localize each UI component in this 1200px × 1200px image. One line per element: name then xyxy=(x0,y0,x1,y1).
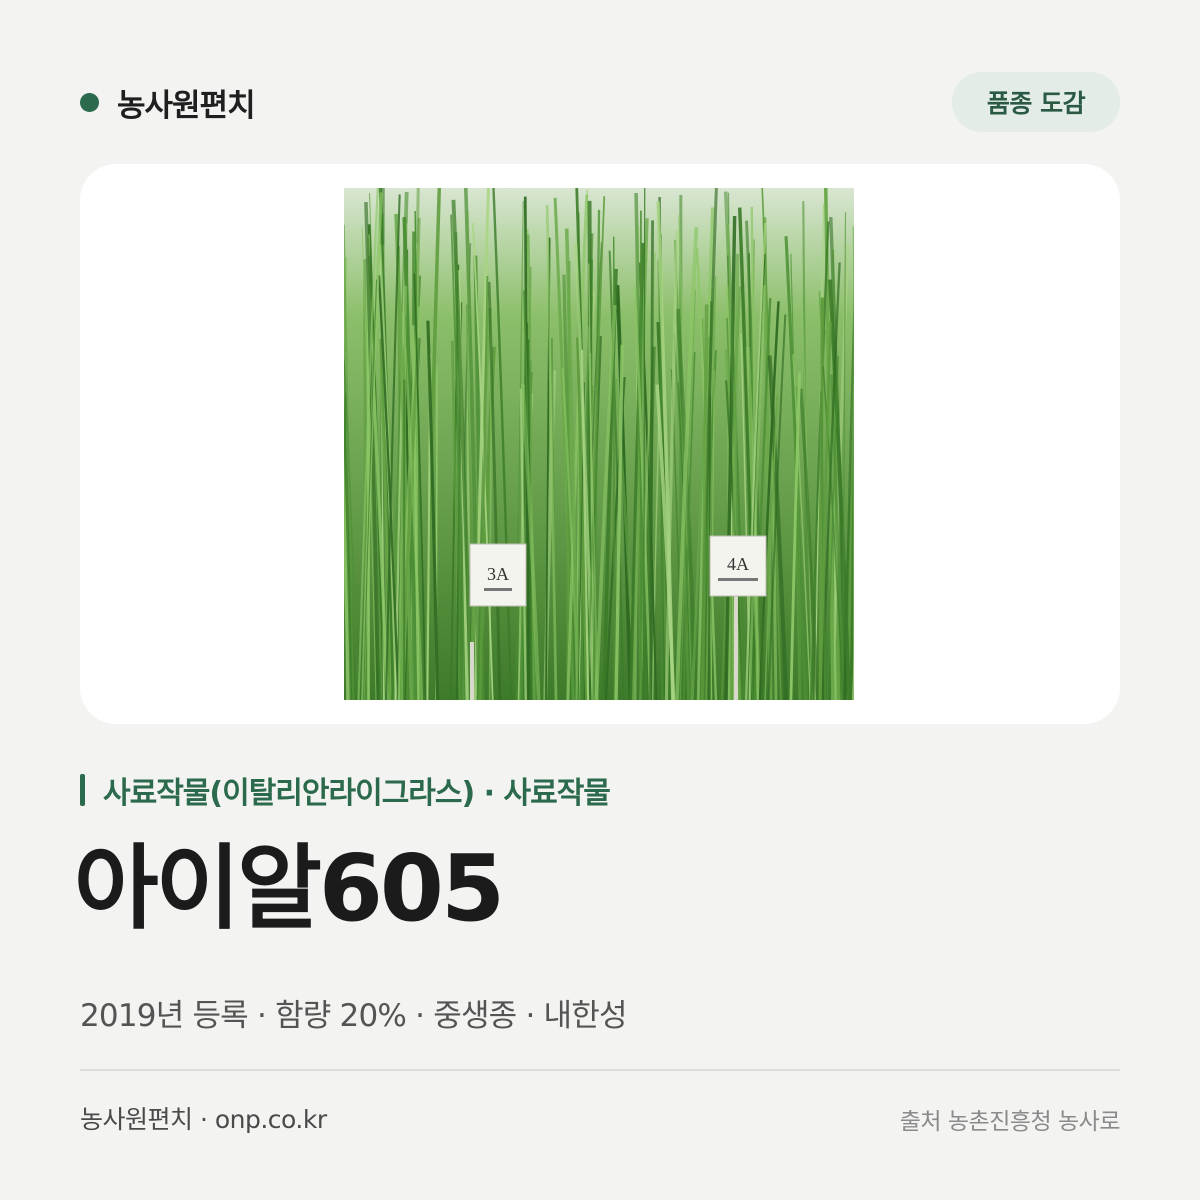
divider xyxy=(80,1069,1120,1071)
category-tag-pill[interactable]: 품종 도감 xyxy=(952,72,1120,132)
category-accent-bar xyxy=(80,774,85,806)
sign-right-label: 4A xyxy=(727,554,749,574)
footer-site[interactable]: 농사원편치 · onp.co.kr xyxy=(80,1100,327,1136)
grass-field-photo: 3A 4A xyxy=(344,188,854,700)
brand[interactable]: 농사원편치 xyxy=(80,80,256,124)
grass-blade xyxy=(649,220,655,700)
category-text: 사료작물(이탈리안라이그라스) · 사료작물 xyxy=(103,776,611,811)
variety-meta: 2019년 등록 · 함량 20% · 중생종 · 내한성 xyxy=(80,998,628,1034)
sign-left-label: 3A xyxy=(487,564,509,584)
footer-source: 출처 농촌진흥청 농사로 xyxy=(899,1109,1121,1135)
photo-card: 3A 4A xyxy=(80,164,1120,724)
variety-name: 아이알605 xyxy=(74,835,505,942)
brand-dot-icon xyxy=(80,92,99,112)
category-line: 사료작물(이탈리안라이그라스) · 사료작물 xyxy=(80,770,611,811)
variety-card-page: 농사원편치 품종 도감 3A 4A 사료작물(이탈리안라이그라스) · 사료작물… xyxy=(0,0,1200,1200)
brand-name: 농사원편치 xyxy=(117,87,256,124)
